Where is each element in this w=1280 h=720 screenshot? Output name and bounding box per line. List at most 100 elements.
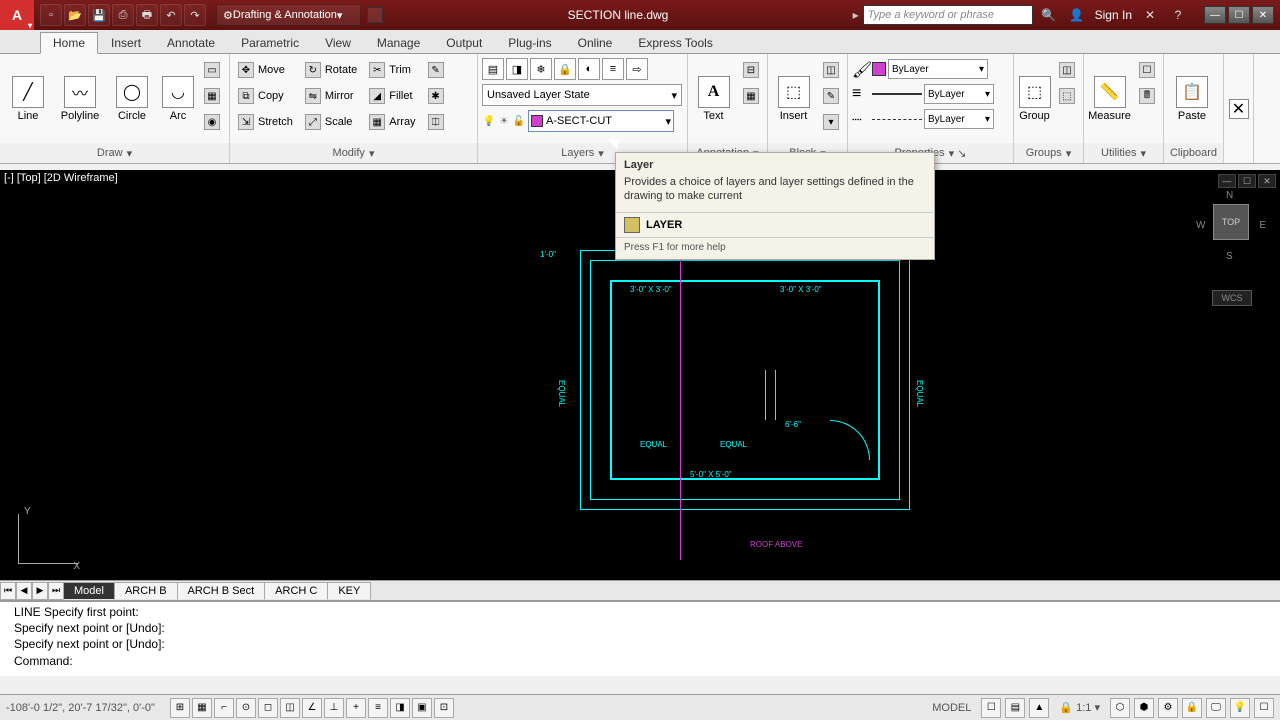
- measure-button[interactable]: 📏Measure: [1088, 58, 1131, 139]
- hatch-icon[interactable]: ▦: [200, 84, 224, 108]
- erase-icon[interactable]: ✎: [424, 58, 448, 82]
- layer-freeze-icon[interactable]: ❄: [530, 58, 552, 80]
- annovis-icon[interactable]: ⬡: [1110, 698, 1130, 718]
- isolate-icon[interactable]: 💡: [1230, 698, 1250, 718]
- tpy-icon[interactable]: ◨: [390, 698, 410, 718]
- group-button[interactable]: ⬚Group: [1018, 58, 1051, 139]
- line-button[interactable]: ╱Line: [4, 58, 52, 139]
- bulb-icon[interactable]: 💡: [482, 114, 496, 128]
- trim-button[interactable]: ✂Trim: [365, 58, 419, 82]
- layer-iso-icon[interactable]: ◨: [506, 58, 528, 80]
- osnap-icon[interactable]: ◻: [258, 698, 278, 718]
- polar-icon[interactable]: ⊙: [236, 698, 256, 718]
- scale-button[interactable]: ⤢Scale: [301, 110, 361, 134]
- save-icon[interactable]: 💾: [88, 4, 110, 26]
- layer-lock-icon[interactable]: 🔒: [554, 58, 576, 80]
- tab-express[interactable]: Express Tools: [625, 32, 725, 53]
- layout-tab-archc[interactable]: ARCH C: [264, 582, 328, 600]
- move-button[interactable]: ✥Move: [234, 58, 297, 82]
- ribbon-extra-icon[interactable]: ✕: [1228, 58, 1249, 159]
- search-go-icon[interactable]: 🔍: [1039, 5, 1059, 25]
- arc-button[interactable]: ◡Arc: [160, 58, 196, 139]
- app-menu-button[interactable]: A: [0, 0, 34, 30]
- match-props-icon[interactable]: 🖌: [852, 60, 870, 78]
- table-icon[interactable]: ▦: [739, 84, 763, 108]
- layer-dropdown[interactable]: A-SECT-CUT ▾: [528, 110, 674, 132]
- layout-tab-key[interactable]: KEY: [327, 582, 371, 600]
- layout-tab-archb[interactable]: ARCH B: [114, 582, 178, 600]
- layer-off-icon[interactable]: ◐: [578, 58, 600, 80]
- rotate-button[interactable]: ↻Rotate: [301, 58, 361, 82]
- ortho-icon[interactable]: ⌐: [214, 698, 234, 718]
- print-icon[interactable]: 🖶: [136, 4, 158, 26]
- vp-min-icon[interactable]: —: [1218, 174, 1236, 188]
- workspace-expand-icon[interactable]: [367, 7, 383, 23]
- lweight-dropdown[interactable]: ByLayer▾: [924, 84, 994, 104]
- panel-utilities-title[interactable]: Utilities ▾: [1084, 143, 1163, 163]
- fillet-button[interactable]: ◢Fillet: [365, 84, 419, 108]
- coordinates[interactable]: -108'-0 1/2", 20'-7 17/32", 0'-0": [0, 702, 170, 714]
- layout-next-icon[interactable]: ▶: [32, 582, 48, 600]
- hardware-icon[interactable]: 🖵: [1206, 698, 1226, 718]
- ltype-dropdown[interactable]: ByLayer▾: [924, 109, 994, 129]
- annoauto-icon[interactable]: ⬢: [1134, 698, 1154, 718]
- rect-icon[interactable]: ▭: [200, 58, 224, 82]
- copy-button[interactable]: ⧉Copy: [234, 84, 297, 108]
- tab-output[interactable]: Output: [433, 32, 495, 53]
- mirror-button[interactable]: ⇋Mirror: [301, 84, 361, 108]
- signin-icon[interactable]: 👤: [1067, 5, 1087, 25]
- command-window[interactable]: LINE Specify first point: Specify next p…: [0, 600, 1280, 676]
- undo-icon[interactable]: ↶: [160, 4, 182, 26]
- polyline-button[interactable]: 〰Polyline: [56, 58, 104, 139]
- ltype-icon[interactable]: ┈: [852, 110, 870, 128]
- ducs-icon[interactable]: ⊥: [324, 698, 344, 718]
- layer-state-dropdown[interactable]: Unsaved Layer State▾: [482, 84, 682, 106]
- ellipse-icon[interactable]: ◉: [200, 110, 224, 134]
- ungroup-icon[interactable]: ◫: [1055, 58, 1079, 82]
- snap-icon[interactable]: ⊞: [170, 698, 190, 718]
- sc-icon[interactable]: ⊡: [434, 698, 454, 718]
- layer-props-icon[interactable]: ▤: [482, 58, 504, 80]
- insert-button[interactable]: ⬚Insert: [772, 58, 815, 139]
- tab-online[interactable]: Online: [565, 32, 626, 53]
- select-icon[interactable]: ☐: [1135, 58, 1159, 82]
- workspace-selector[interactable]: ⚙ Drafting & Annotation ▾: [216, 4, 361, 26]
- qview-icon[interactable]: ▤: [1005, 698, 1025, 718]
- attr-icon[interactable]: ▾: [819, 110, 843, 134]
- 3dosnap-icon[interactable]: ◫: [280, 698, 300, 718]
- layout-last-icon[interactable]: ⏭: [48, 582, 64, 600]
- explode-icon[interactable]: ✱: [424, 84, 448, 108]
- wcs-dropdown[interactable]: WCS: [1212, 290, 1252, 306]
- vp-close-icon[interactable]: ✕: [1258, 174, 1276, 188]
- model-space-toggle[interactable]: MODEL: [926, 702, 977, 714]
- redo-icon[interactable]: ↷: [184, 4, 206, 26]
- tab-parametric[interactable]: Parametric: [228, 32, 312, 53]
- layer-walk-icon[interactable]: ⇨: [626, 58, 648, 80]
- tab-home[interactable]: Home: [40, 32, 98, 54]
- layout-prev-icon[interactable]: ◀: [16, 582, 32, 600]
- text-button[interactable]: AText: [692, 58, 735, 139]
- cmd-prompt[interactable]: Command:: [14, 653, 1266, 669]
- circle-button[interactable]: ◯Circle: [108, 58, 156, 139]
- dim-icon[interactable]: ⊟: [739, 58, 763, 82]
- layout-first-icon[interactable]: ⏮: [0, 582, 16, 600]
- color-dropdown[interactable]: ByLayer▾: [888, 59, 988, 79]
- lock-icon[interactable]: 🔓: [512, 114, 526, 128]
- clean-icon[interactable]: ☐: [1254, 698, 1274, 718]
- new-icon[interactable]: ▫: [40, 4, 62, 26]
- layout-tab-model[interactable]: Model: [63, 582, 115, 600]
- tab-view[interactable]: View: [312, 32, 364, 53]
- sun-icon[interactable]: ☀: [497, 114, 511, 128]
- saveas-icon[interactable]: ⎙: [112, 4, 134, 26]
- viewport-label[interactable]: [-] [Top] [2D Wireframe]: [4, 172, 118, 184]
- otrack-icon[interactable]: ∠: [302, 698, 322, 718]
- open-icon[interactable]: 📂: [64, 4, 86, 26]
- close-button[interactable]: ✕: [1252, 6, 1274, 24]
- layer-match-icon[interactable]: ≡: [602, 58, 624, 80]
- anno-scale[interactable]: 🔒 1:1 ▾: [1053, 701, 1106, 714]
- panel-clipboard-title[interactable]: Clipboard: [1164, 143, 1223, 163]
- signin-text[interactable]: Sign In: [1095, 8, 1132, 22]
- grid-display-icon[interactable]: ☐: [981, 698, 1001, 718]
- qp-icon[interactable]: ▣: [412, 698, 432, 718]
- tab-manage[interactable]: Manage: [364, 32, 433, 53]
